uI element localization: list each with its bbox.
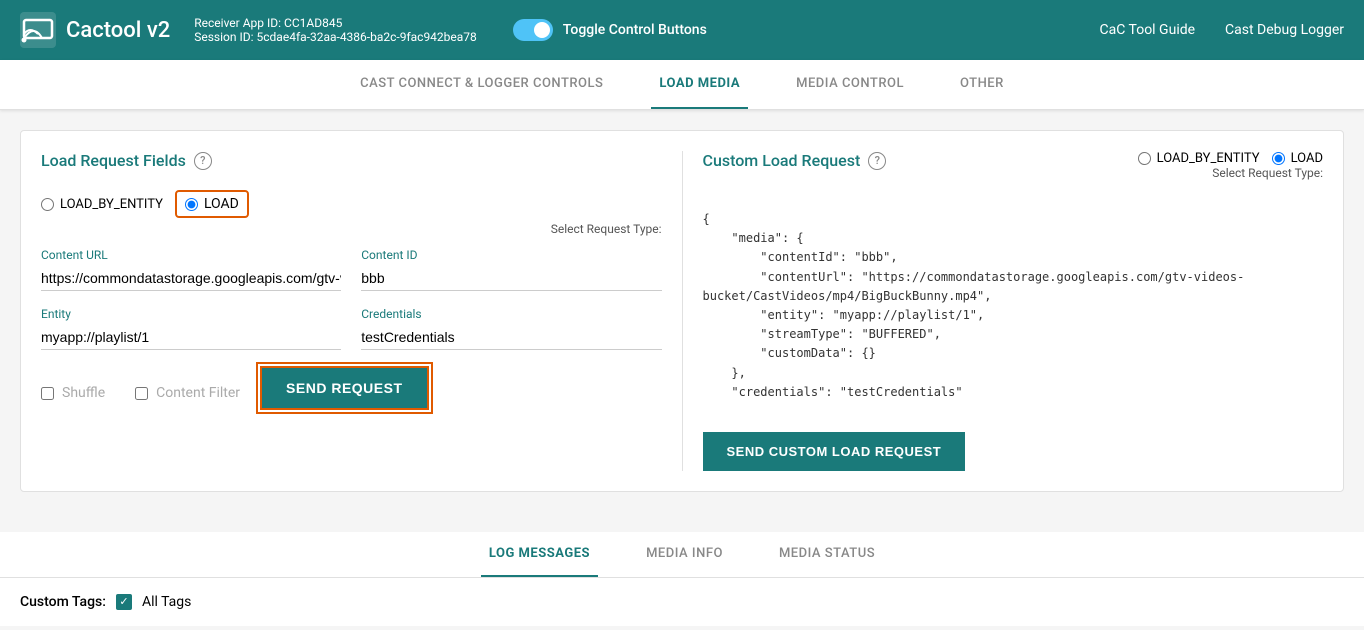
tab-media-info[interactable]: MEDIA INFO <box>638 532 731 577</box>
header-links: CaC Tool Guide Cast Debug Logger <box>1100 22 1345 38</box>
credentials-input[interactable] <box>361 325 661 350</box>
right-header-row: Custom Load Request ? LOAD_BY_ENTITY LOA <box>703 151 1324 190</box>
tab-other[interactable]: OTHER <box>952 60 1012 109</box>
content-filter-checkbox-item[interactable]: Content Filter <box>135 385 240 401</box>
custom-tags-row: Custom Tags: All Tags <box>0 578 1364 626</box>
tab-media-status[interactable]: MEDIA STATUS <box>771 532 883 577</box>
credentials-label: Credentials <box>361 307 661 321</box>
select-type-label: Select Request Type: <box>41 222 662 236</box>
load-request-fields-title: Load Request Fields ? <box>41 151 662 170</box>
tab-log-messages[interactable]: LOG MESSAGES <box>481 532 598 577</box>
radio-load-input[interactable] <box>185 198 198 211</box>
bottom-tabs: LOG MESSAGES MEDIA INFO MEDIA STATUS <box>0 532 1364 578</box>
url-id-row: Content URL Content ID <box>41 248 662 291</box>
shuffle-checkbox[interactable] <box>41 387 54 400</box>
right-panel: Custom Load Request ? LOAD_BY_ENTITY LOA <box>683 151 1324 471</box>
main-card: Load Request Fields ? LOAD_BY_ENTITY LOA… <box>20 130 1344 492</box>
radio-load-selected[interactable]: LOAD <box>175 190 249 218</box>
nav-tabs: CAST CONNECT & LOGGER CONTROLS LOAD MEDI… <box>0 60 1364 110</box>
content-filter-checkbox[interactable] <box>135 387 148 400</box>
custom-radio-load-by-entity[interactable]: LOAD_BY_ENTITY <box>1138 151 1260 166</box>
custom-radio-load-input[interactable] <box>1272 152 1285 165</box>
cast-debug-logger-link[interactable]: Cast Debug Logger <box>1225 22 1344 38</box>
cast-logo-icon <box>20 12 56 48</box>
content-url-input[interactable] <box>41 266 341 291</box>
help-icon[interactable]: ? <box>194 152 212 170</box>
tab-cast-connect[interactable]: CAST CONNECT & LOGGER CONTROLS <box>352 60 611 109</box>
left-panel: Load Request Fields ? LOAD_BY_ENTITY LOA… <box>41 151 683 471</box>
all-tags-label: All Tags <box>142 594 191 610</box>
custom-help-icon[interactable]: ? <box>868 152 886 170</box>
main-content: Load Request Fields ? LOAD_BY_ENTITY LOA… <box>0 110 1364 512</box>
toggle-area: Toggle Control Buttons <box>513 19 707 41</box>
content-url-field: Content URL <box>41 248 341 291</box>
cac-tool-guide-link[interactable]: CaC Tool Guide <box>1100 22 1196 38</box>
content-url-label: Content URL <box>41 248 341 262</box>
radio-load-by-entity[interactable]: LOAD_BY_ENTITY <box>41 197 163 212</box>
entity-credentials-row: Entity Credentials <box>41 307 662 350</box>
send-custom-load-request-button[interactable]: SEND CUSTOM LOAD REQUEST <box>703 432 966 471</box>
session-id: Session ID: 5cdae4fa-32aa-4386-ba2c-9fac… <box>194 30 477 44</box>
content-id-input[interactable] <box>361 266 661 291</box>
custom-select-type-label: Select Request Type: <box>1212 166 1323 180</box>
checkbox-row: Shuffle Content Filter <box>41 385 240 401</box>
radio-load-by-entity-input[interactable] <box>41 198 54 211</box>
bottom-section: LOG MESSAGES MEDIA INFO MEDIA STATUS Cus… <box>0 532 1364 626</box>
tab-media-control[interactable]: MEDIA CONTROL <box>788 60 912 109</box>
logo-area: Cactool v2 <box>20 12 170 48</box>
entity-field: Entity <box>41 307 341 350</box>
header: Cactool v2 Receiver App ID: CC1AD845 Ses… <box>0 0 1364 60</box>
entity-label: Entity <box>41 307 341 321</box>
custom-json-content[interactable]: { "media": { "contentId": "bbb", "conten… <box>703 200 1324 412</box>
logo-text: Cactool v2 <box>66 18 170 43</box>
custom-radio-load[interactable]: LOAD <box>1272 151 1323 166</box>
content-id-field: Content ID <box>361 248 661 291</box>
content-id-label: Content ID <box>361 248 661 262</box>
custom-radio-load-by-entity-input[interactable] <box>1138 152 1151 165</box>
credentials-field: Credentials <box>361 307 661 350</box>
custom-load-request-title: Custom Load Request ? <box>703 151 887 170</box>
tab-load-media[interactable]: LOAD MEDIA <box>651 60 748 109</box>
toggle-switch[interactable] <box>513 19 553 41</box>
custom-tags-label: Custom Tags: <box>20 594 106 610</box>
receiver-app-id: Receiver App ID: CC1AD845 <box>194 16 477 30</box>
send-request-button[interactable]: SEND REQUEST <box>260 366 428 410</box>
shuffle-checkbox-item[interactable]: Shuffle <box>41 385 105 401</box>
all-tags-checkbox[interactable] <box>116 594 132 610</box>
toggle-label: Toggle Control Buttons <box>563 22 707 38</box>
receiver-info: Receiver App ID: CC1AD845 Session ID: 5c… <box>194 16 477 44</box>
entity-input[interactable] <box>41 325 341 350</box>
